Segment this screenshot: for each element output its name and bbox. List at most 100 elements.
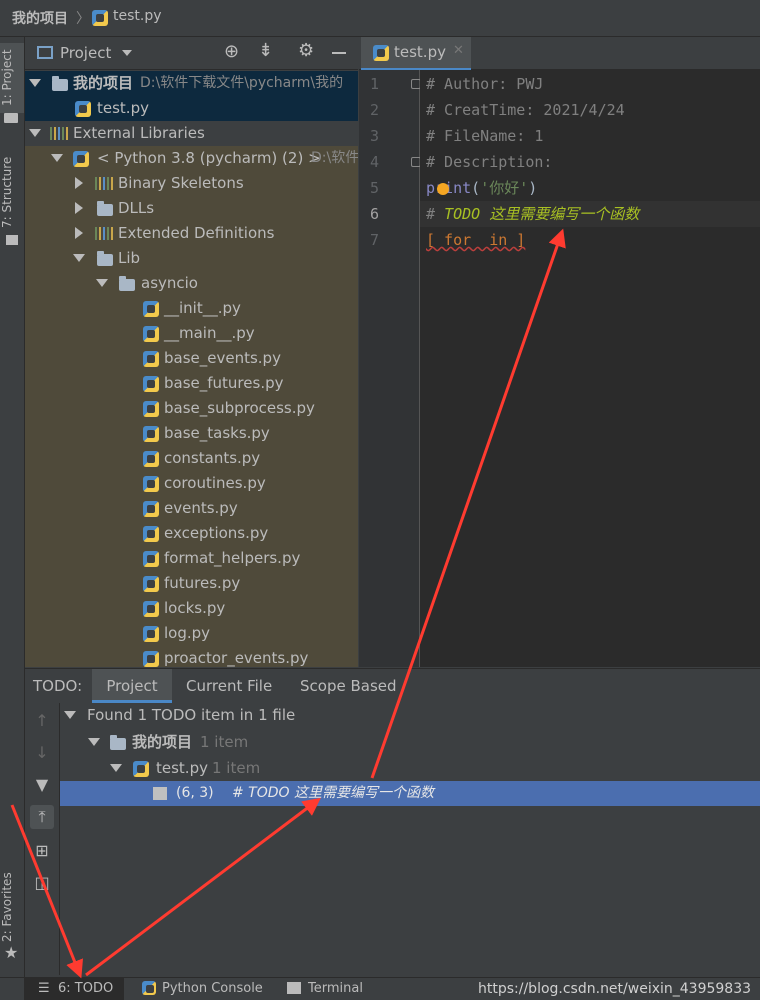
tree-file-item[interactable]: constants.py — [25, 446, 358, 471]
navigation-bar: 我的项目 〉 test.py — [0, 0, 760, 37]
expand-icon[interactable] — [110, 764, 122, 772]
collapsed-icon[interactable] — [75, 202, 83, 214]
structure-tool-tab[interactable]: 7: Structure — [0, 147, 24, 237]
todo-project-row[interactable]: 我的项目 1 item — [60, 730, 760, 755]
tree-file-item[interactable]: log.py — [25, 621, 358, 646]
expand-icon[interactable] — [29, 129, 41, 137]
tree-file-item[interactable]: exceptions.py — [25, 521, 358, 546]
expand-icon[interactable] — [73, 254, 85, 262]
todo-tool-button[interactable]: ☰ 6: TODO — [24, 978, 124, 1000]
python-file-icon — [143, 476, 159, 492]
terminal-icon — [287, 982, 301, 994]
expand-icon[interactable] — [64, 711, 76, 719]
expand-icon[interactable] — [29, 79, 41, 87]
tree-file-item[interactable]: events.py — [25, 496, 358, 521]
tree-file-label: base_tasks.py — [164, 424, 270, 442]
close-icon[interactable]: ✕ — [453, 43, 464, 58]
tree-label: < Python 3.8 (pycharm) (2) > — [97, 149, 321, 167]
tree-root[interactable]: 我的项目 D:\软件下载文件\pycharm\我的 — [25, 71, 358, 96]
python-file-icon — [143, 501, 159, 517]
tree-file-item[interactable]: proactor_events.py — [25, 646, 358, 667]
tab-scope-based[interactable]: Scope Based — [300, 669, 397, 703]
preview-icon[interactable]: ◫ — [30, 871, 54, 895]
tree-label: Extended Definitions — [118, 224, 275, 242]
tab-current-file[interactable]: Current File — [186, 669, 272, 703]
tree-file-item[interactable]: base_events.py — [25, 346, 358, 371]
expand-icon[interactable] — [51, 154, 63, 162]
editor-tab-bar: test.py ✕ — [359, 37, 760, 71]
tree-file-item[interactable]: base_tasks.py — [25, 421, 358, 446]
python-file-icon — [143, 626, 159, 642]
python-console-icon — [142, 981, 156, 995]
collapsed-icon[interactable] — [75, 227, 83, 239]
folder-icon — [110, 735, 126, 750]
tree-file-item[interactable]: __main__.py — [25, 321, 358, 346]
python-file-icon — [143, 576, 159, 592]
code-string: '你好' — [480, 179, 529, 197]
expand-icon[interactable] — [88, 738, 100, 746]
tree-file-item[interactable]: format_helpers.py — [25, 546, 358, 571]
project-tool-tab[interactable]: 1: Project — [0, 43, 24, 113]
editor-tab-test-py[interactable]: test.py ✕ — [361, 37, 471, 71]
project-tree: 我的项目 D:\软件下载文件\pycharm\我的 test.py Extern… — [25, 70, 358, 667]
tree-file-label: constants.py — [164, 449, 261, 467]
collapse-all-icon[interactable]: ⇟ — [258, 40, 273, 61]
tree-python-sdk[interactable]: < Python 3.8 (pycharm) (2) > D:\软件 — [25, 146, 358, 171]
autoscroll-to-source-icon[interactable]: ⤒ — [30, 805, 54, 829]
todo-item-row[interactable]: (6, 3) # TODO 这里需要编写一个函数 — [60, 781, 760, 806]
tree-root-label: 我的项目 — [73, 74, 134, 92]
gear-icon[interactable]: ⚙ — [298, 40, 314, 61]
next-occurrence-icon[interactable]: ↓ — [30, 741, 54, 765]
tree-dlls[interactable]: DLLs — [25, 196, 358, 221]
line-number: 3 — [369, 127, 379, 145]
collapsed-icon[interactable] — [75, 177, 83, 189]
locate-icon[interactable]: ⊕ — [224, 41, 239, 62]
python-file-icon — [143, 601, 159, 617]
tree-file-item[interactable]: futures.py — [25, 571, 358, 596]
code-line-3: # FileName: 1 — [426, 127, 544, 145]
tree-file-label: __main__.py — [164, 324, 255, 342]
folder-icon — [97, 251, 113, 266]
todo-file-row[interactable]: test.py 1 item — [60, 756, 760, 781]
expand-icon[interactable] — [96, 279, 108, 287]
code-editor[interactable]: # Author: PWJ # CreatTime: 2021/4/24 # F… — [420, 70, 760, 667]
previous-occurrence-icon[interactable]: ↑ — [30, 709, 54, 733]
library-icon — [95, 177, 113, 190]
tree-label: DLLs — [118, 199, 155, 217]
line-number: 1 — [369, 75, 379, 93]
filter-icon[interactable]: ▼ — [30, 773, 54, 797]
tree-file-label: events.py — [164, 499, 238, 517]
breadcrumb-file[interactable]: test.py — [113, 8, 162, 24]
folder-icon — [97, 201, 113, 216]
intention-bulb-icon[interactable] — [437, 183, 449, 195]
tree-file-label: base_futures.py — [164, 374, 284, 392]
structure-tool-tab-label: 7: Structure — [0, 156, 14, 228]
tab-project[interactable]: Project — [92, 669, 172, 703]
python-file-icon — [143, 651, 159, 667]
favorites-tool-tab[interactable]: 2: Favorites — [0, 867, 24, 947]
todo-summary-row[interactable]: Found 1 TODO item in 1 file — [60, 703, 760, 728]
chevron-down-icon[interactable] — [122, 50, 132, 56]
project-panel-header: Project ⊕ ⇟ ⚙ — [25, 37, 358, 70]
project-view-title[interactable]: Project — [60, 44, 111, 62]
project-view-icon — [37, 46, 53, 59]
hide-icon[interactable] — [332, 52, 346, 54]
tree-file-item[interactable]: locks.py — [25, 596, 358, 621]
tree-lib[interactable]: Lib — [25, 246, 358, 271]
python-file-icon — [143, 301, 159, 317]
tree-file-item[interactable]: base_futures.py — [25, 371, 358, 396]
tree-binary-skeletons[interactable]: Binary Skeletons — [25, 171, 358, 196]
tree-asyncio[interactable]: asyncio — [25, 271, 358, 296]
tree-extended-definitions[interactable]: Extended Definitions — [25, 221, 358, 246]
tree-file-item[interactable]: base_subprocess.py — [25, 396, 358, 421]
line-number: 4 — [369, 153, 379, 171]
group-by-icon[interactable]: ⊞ — [30, 839, 54, 863]
tree-external-libraries[interactable]: External Libraries — [25, 121, 358, 146]
code-paren: ) — [528, 179, 538, 197]
tree-file-item[interactable]: __init__.py — [25, 296, 358, 321]
tree-file-label: locks.py — [164, 599, 226, 617]
tree-file-test[interactable]: test.py — [25, 96, 358, 121]
tree-file-item[interactable]: coroutines.py — [25, 471, 358, 496]
breadcrumb-project[interactable]: 我的项目 — [12, 8, 68, 28]
tree-label: asyncio — [141, 274, 198, 292]
